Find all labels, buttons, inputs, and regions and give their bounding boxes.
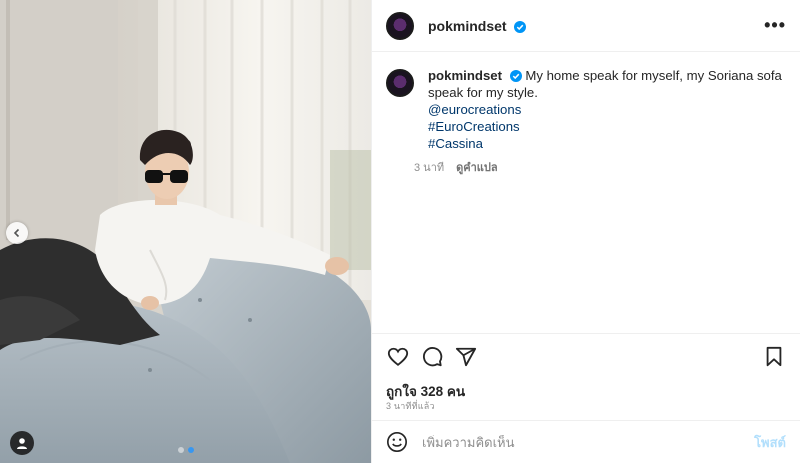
caption-area: pokmindset My home speak for myself, my … <box>372 53 800 334</box>
bookmark-icon <box>766 346 782 367</box>
caption-timestamp[interactable]: 3 นาที <box>414 158 444 176</box>
hashtag-link[interactable]: #Cassina <box>428 135 798 152</box>
post-timestamp[interactable]: 3 นาทีที่แล้ว <box>386 399 435 413</box>
caption-meta: 3 นาที ดูคำแปล <box>414 158 798 176</box>
post-media[interactable] <box>0 0 371 463</box>
comment-bar: โพสต์ <box>372 420 800 463</box>
post-comment-button[interactable]: โพสต์ <box>754 432 786 453</box>
verified-badge-icon <box>509 70 522 82</box>
comment-button[interactable] <box>420 345 444 369</box>
caption-username[interactable]: pokmindset <box>428 68 502 83</box>
post-side-panel: pokmindset ••• pokmindset My home speak … <box>371 0 800 463</box>
more-horizontal-icon: ••• <box>764 15 786 35</box>
hashtag-link[interactable]: #EuroCreations <box>428 118 798 135</box>
caption-avatar[interactable] <box>386 69 414 97</box>
carousel-prev-button[interactable] <box>6 222 28 244</box>
comment-bubble-icon <box>423 347 443 367</box>
chevron-left-icon <box>13 228 20 238</box>
caption-text: pokmindset My home speak for myself, my … <box>428 67 798 152</box>
user-tag-button[interactable] <box>10 431 34 455</box>
see-translation-button[interactable]: ดูคำแปล <box>456 158 498 176</box>
action-bar <box>386 344 786 370</box>
heart-icon <box>387 347 409 366</box>
username-text[interactable]: pokmindset <box>428 18 507 34</box>
paper-plane-icon <box>455 347 477 367</box>
caption-row: pokmindset My home speak for myself, my … <box>386 67 786 176</box>
comment-input[interactable] <box>422 434 722 450</box>
username[interactable]: pokmindset <box>428 18 527 34</box>
share-button[interactable] <box>454 345 478 369</box>
post-photo <box>0 0 371 463</box>
carousel-dot <box>178 447 184 453</box>
more-options-button[interactable]: ••• <box>764 16 786 34</box>
user-tag-icon <box>17 438 27 449</box>
smiley-icon[interactable] <box>386 431 408 453</box>
carousel-indicator <box>178 447 194 453</box>
save-button[interactable] <box>762 345 786 369</box>
avatar[interactable] <box>386 11 414 40</box>
like-button[interactable] <box>386 345 410 369</box>
instagram-post-modal: pokmindset ••• pokmindset My home speak … <box>0 0 800 463</box>
carousel-dot-active <box>188 447 194 453</box>
post-header: pokmindset ••• <box>372 0 800 52</box>
verified-badge-icon <box>514 20 527 33</box>
mention-link[interactable]: @eurocreations <box>428 101 798 118</box>
